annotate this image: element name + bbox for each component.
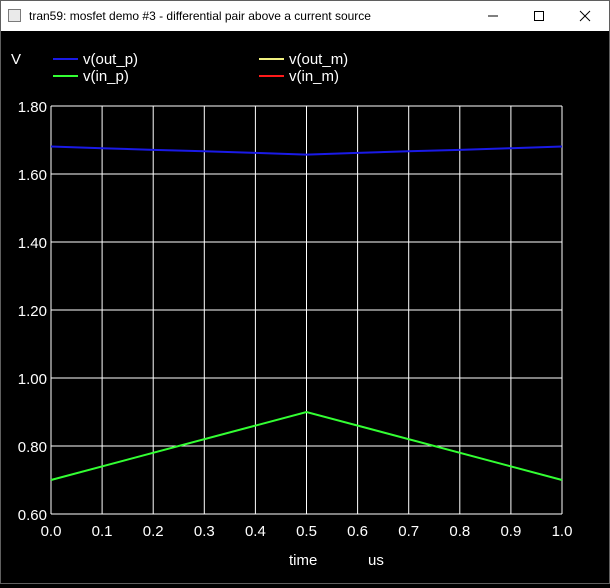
- x-tick-label: 0.0: [41, 523, 62, 540]
- line-chart[interactable]: 0.0 0.1 0.2 0.3 0.4 0.5 0.6 0.7 0.8 0.9 1.0 0.60 0.8…: [1, 31, 609, 583]
- x-tick-label: 0.3: [194, 523, 215, 540]
- title-bar[interactable]: tran59: mosfet demo #3 - differential pa…: [1, 1, 609, 31]
- y-tick-label: 1.80: [18, 99, 47, 116]
- close-button[interactable]: [562, 1, 608, 31]
- y-tick-label: 1.60: [18, 167, 47, 184]
- window-title: tran59: mosfet demo #3 - differential pa…: [29, 9, 371, 23]
- minimize-icon: [488, 15, 498, 17]
- x-tick-label: 1.0: [552, 523, 573, 540]
- y-tick-label: 1.00: [18, 371, 47, 388]
- plot-window: tran59: mosfet demo #3 - differential pa…: [0, 0, 610, 584]
- x-tick-label: 0.5: [296, 523, 317, 540]
- x-axis-label: time: [289, 552, 317, 569]
- x-tick-label: 0.7: [398, 523, 419, 540]
- x-tick-label: 0.2: [143, 523, 164, 540]
- legend-label: v(in_m): [289, 68, 339, 85]
- y-tick-label: 1.20: [18, 303, 47, 320]
- legend-label: v(out_p): [83, 51, 138, 68]
- y-axis-label: V: [11, 51, 21, 68]
- x-tick-label: 0.1: [92, 523, 113, 540]
- maximize-button[interactable]: [516, 1, 562, 31]
- x-tick-label: 0.4: [245, 523, 266, 540]
- x-tick-label: 0.9: [500, 523, 521, 540]
- x-axis-unit: us: [368, 552, 384, 569]
- minimize-button[interactable]: [470, 1, 516, 31]
- legend-label: v(out_m): [289, 51, 348, 68]
- plot-area[interactable]: 0.0 0.1 0.2 0.3 0.4 0.5 0.6 0.7 0.8 0.9 1.0 0.60 0.8…: [1, 31, 609, 583]
- app-icon: [8, 9, 21, 22]
- close-icon: [579, 10, 591, 22]
- x-tick-label: 0.8: [449, 523, 470, 540]
- y-tick-label: 0.80: [18, 439, 47, 456]
- x-tick-label: 0.6: [347, 523, 368, 540]
- legend-label: v(in_p): [83, 68, 129, 85]
- maximize-icon: [534, 11, 544, 21]
- y-tick-label: 1.40: [18, 235, 47, 252]
- y-tick-label: 0.60: [18, 507, 47, 524]
